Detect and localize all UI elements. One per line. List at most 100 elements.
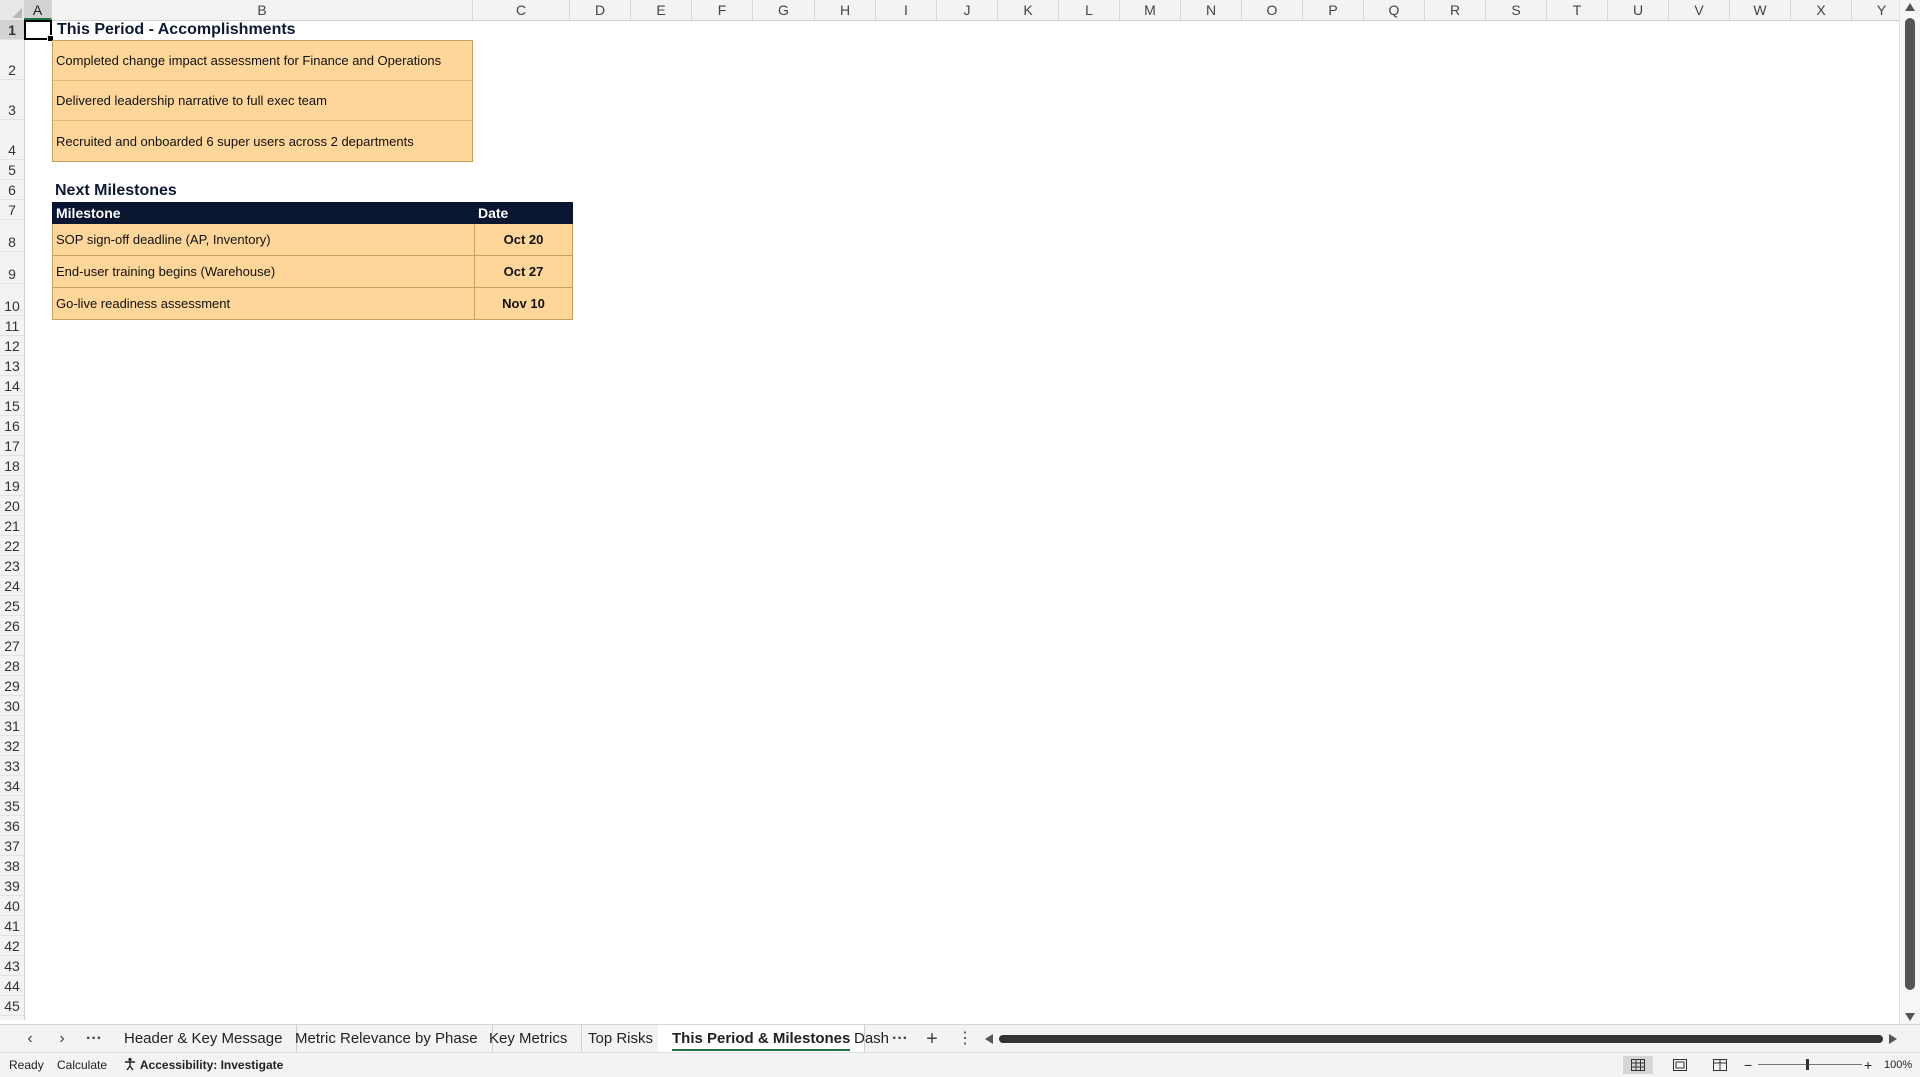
column-header[interactable]: I: [876, 0, 937, 20]
row-header[interactable]: 4: [0, 120, 24, 160]
column-header[interactable]: E: [631, 0, 692, 20]
add-sheet-button[interactable]: +: [920, 1025, 944, 1053]
tab-metric-relevance-by-phase[interactable]: Metric Relevance by Phase: [281, 1025, 493, 1053]
milestone-cell[interactable]: Go-live readiness assessment: [52, 287, 475, 320]
row-header[interactable]: 23: [0, 556, 24, 576]
column-header[interactable]: T: [1547, 0, 1608, 20]
row-header[interactable]: 16: [0, 416, 24, 436]
column-header[interactable]: D: [570, 0, 631, 20]
row-header[interactable]: 31: [0, 716, 24, 736]
row-header[interactable]: 33: [0, 756, 24, 776]
row-header[interactable]: 44: [0, 976, 24, 996]
date-cell[interactable]: Oct 27: [474, 255, 573, 288]
column-header[interactable]: P: [1303, 0, 1364, 20]
accomplishment-item[interactable]: Delivered leadership narrative to full e…: [53, 81, 472, 121]
row-header[interactable]: 29: [0, 676, 24, 696]
column-header[interactable]: Y: [1852, 0, 1900, 20]
row-header[interactable]: 39: [0, 876, 24, 896]
select-all-corner[interactable]: [0, 0, 25, 20]
date-header[interactable]: Date: [474, 202, 573, 224]
row-header[interactable]: 14: [0, 376, 24, 396]
row-header[interactable]: 9: [0, 252, 24, 284]
row-header[interactable]: 45: [0, 996, 24, 1016]
row-header[interactable]: 37: [0, 836, 24, 856]
column-header[interactable]: J: [937, 0, 998, 20]
row-header[interactable]: 43: [0, 956, 24, 976]
column-headers[interactable]: ABCDEFGHIJKLMNOPQRSTUVWXY: [0, 0, 1900, 21]
row-header[interactable]: 15: [0, 396, 24, 416]
row-header[interactable]: 20: [0, 496, 24, 516]
column-header[interactable]: R: [1425, 0, 1486, 20]
accomplishment-item[interactable]: Completed change impact assessment for F…: [53, 41, 472, 81]
chevron-left-icon[interactable]: ‹: [18, 1025, 42, 1053]
row-header[interactable]: 25: [0, 596, 24, 616]
scroll-up-icon[interactable]: [1905, 3, 1915, 11]
column-header[interactable]: H: [815, 0, 876, 20]
column-header[interactable]: G: [753, 0, 815, 20]
scroll-down-icon[interactable]: [1905, 1013, 1915, 1021]
sheet-options-icon[interactable]: ⋮: [953, 1025, 977, 1053]
row-header[interactable]: 21: [0, 516, 24, 536]
row-header[interactable]: 11: [0, 316, 24, 336]
row-header[interactable]: 12: [0, 336, 24, 356]
scroll-right-icon[interactable]: [1889, 1034, 1897, 1044]
column-header[interactable]: U: [1608, 0, 1669, 20]
row-header[interactable]: 34: [0, 776, 24, 796]
page-break-view-button[interactable]: [1705, 1056, 1735, 1074]
zoom-level[interactable]: 100%: [1884, 1053, 1912, 1077]
column-header[interactable]: Q: [1364, 0, 1425, 20]
row-header[interactable]: 42: [0, 936, 24, 956]
calculate-button[interactable]: Calculate: [57, 1053, 107, 1077]
spreadsheet-grid[interactable]: ABCDEFGHIJKLMNOPQRSTUVWXY 1 2 3 4 5 6 7 8 9 10 11 1…: [0, 0, 1900, 1020]
column-header[interactable]: A: [24, 0, 52, 20]
milestone-cell[interactable]: SOP sign-off deadline (AP, Inventory): [52, 223, 475, 256]
row-header[interactable]: 30: [0, 696, 24, 716]
date-cell[interactable]: Oct 20: [474, 223, 573, 256]
row-header[interactable]: 10: [0, 284, 24, 316]
zoom-slider[interactable]: [1758, 1064, 1862, 1065]
row-header[interactable]: 28: [0, 656, 24, 676]
column-header[interactable]: F: [692, 0, 753, 20]
normal-view-button[interactable]: [1623, 1056, 1653, 1074]
column-header[interactable]: O: [1242, 0, 1303, 20]
accomplishments-box[interactable]: Completed change impact assessment for F…: [52, 40, 473, 162]
row-header[interactable]: 40: [0, 896, 24, 916]
row-header[interactable]: 18: [0, 456, 24, 476]
row-header[interactable]: 1: [0, 20, 24, 40]
row-headers[interactable]: 1 2 3 4 5 6 7 8 9 10 11 12 13 14 15 16 17 18 19 20 21 22 23 24 2…: [0, 20, 25, 1020]
row-header[interactable]: 27: [0, 636, 24, 656]
row-header[interactable]: 7: [0, 200, 24, 220]
column-header[interactable]: L: [1059, 0, 1120, 20]
scroll-left-icon[interactable]: [985, 1034, 993, 1044]
vertical-scrollbar[interactable]: [1899, 0, 1920, 1024]
row-header[interactable]: 35: [0, 796, 24, 816]
milestone-cell[interactable]: End-user training begins (Warehouse): [52, 255, 475, 288]
column-header[interactable]: C: [473, 0, 570, 20]
row-header[interactable]: 6: [0, 180, 24, 200]
row-header[interactable]: 26: [0, 616, 24, 636]
page-layout-view-button[interactable]: [1665, 1056, 1695, 1074]
column-header[interactable]: M: [1120, 0, 1181, 20]
row-header[interactable]: 22: [0, 536, 24, 556]
row-header[interactable]: 5: [0, 160, 24, 180]
row-header[interactable]: 8: [0, 220, 24, 252]
row-header[interactable]: 41: [0, 916, 24, 936]
milestone-header[interactable]: Milestone: [52, 202, 475, 224]
tab-this-period-milestones[interactable]: This Period & Milestones: [658, 1025, 866, 1053]
column-header[interactable]: K: [998, 0, 1059, 20]
row-header[interactable]: 38: [0, 856, 24, 876]
column-header[interactable]: B: [52, 0, 473, 20]
zoom-in-button[interactable]: +: [1864, 1053, 1872, 1077]
row-header[interactable]: 19: [0, 476, 24, 496]
row-header[interactable]: 32: [0, 736, 24, 756]
column-header[interactable]: W: [1730, 0, 1791, 20]
column-header[interactable]: V: [1669, 0, 1730, 20]
zoom-slider-handle[interactable]: [1806, 1059, 1809, 1070]
row-header[interactable]: 17: [0, 436, 24, 456]
column-header[interactable]: N: [1181, 0, 1242, 20]
row-header[interactable]: 24: [0, 576, 24, 596]
row-header[interactable]: 3: [0, 80, 24, 120]
vertical-scroll-thumb[interactable]: [1905, 18, 1915, 990]
tab-header-key-message[interactable]: Header & Key Message: [110, 1025, 298, 1053]
accessibility-button[interactable]: Accessibility: Investigate: [123, 1053, 283, 1077]
